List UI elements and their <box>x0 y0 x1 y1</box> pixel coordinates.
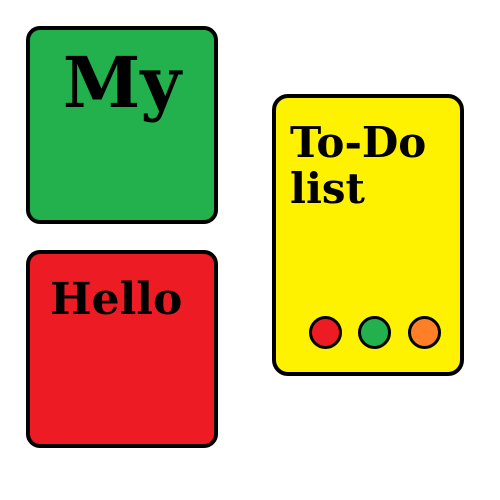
home-screen: My Hello To-Do list <box>0 0 500 500</box>
orange-dot[interactable] <box>408 316 441 349</box>
my-tile-label: My <box>62 41 182 124</box>
red-dot[interactable] <box>309 316 342 349</box>
hello-tile[interactable]: Hello <box>26 250 218 448</box>
green-dot[interactable] <box>358 316 391 349</box>
todo-list-tile[interactable]: To-Do list <box>272 94 464 376</box>
todo-dots <box>309 316 451 356</box>
hello-tile-label: Hello <box>50 274 183 325</box>
my-tile[interactable]: My <box>26 26 218 224</box>
todo-list-tile-label: To-Do list <box>290 118 427 214</box>
